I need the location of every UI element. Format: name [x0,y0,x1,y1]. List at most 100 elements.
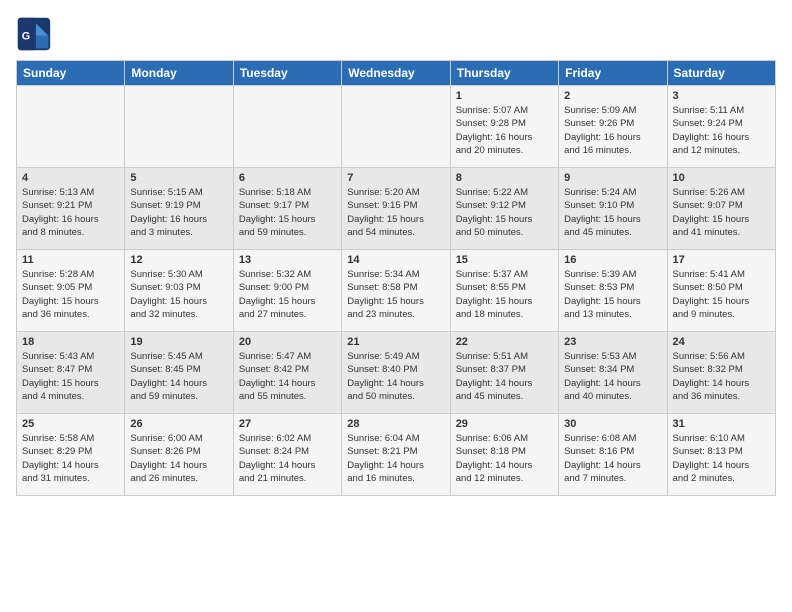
day-number: 21 [347,336,444,348]
calendar-cell: 4 Sunrise: 5:13 AM Sunset: 9:21 PM Daylig… [17,168,125,250]
week-row-2: 4 Sunrise: 5:13 AM Sunset: 9:21 PM Daylig… [17,168,776,250]
day-number: 1 [456,90,553,102]
calendar-cell: 19 Sunrise: 5:45 AM Sunset: 8:45 PM Dayli… [125,332,233,414]
dow-header-thursday: Thursday [450,61,558,86]
calendar-cell [17,86,125,168]
cell-content: Sunrise: 5:24 AM Sunset: 9:10 PM Dayligh… [564,186,661,239]
day-number: 28 [347,418,444,430]
calendar-cell: 17 Sunrise: 5:41 AM Sunset: 8:50 PM Dayli… [667,250,775,332]
cell-content: Sunrise: 5:28 AM Sunset: 9:05 PM Dayligh… [22,268,119,321]
cell-content: Sunrise: 6:06 AM Sunset: 8:18 PM Dayligh… [456,432,553,485]
day-number: 4 [22,172,119,184]
logo-icon: G [16,16,52,52]
cell-content: Sunrise: 5:18 AM Sunset: 9:17 PM Dayligh… [239,186,336,239]
calendar-cell: 21 Sunrise: 5:49 AM Sunset: 8:40 PM Dayli… [342,332,450,414]
week-row-3: 11 Sunrise: 5:28 AM Sunset: 9:05 PM Dayli… [17,250,776,332]
calendar-cell: 2 Sunrise: 5:09 AM Sunset: 9:26 PM Daylig… [559,86,667,168]
day-number: 10 [673,172,770,184]
day-number: 15 [456,254,553,266]
dow-header-tuesday: Tuesday [233,61,341,86]
cell-content: Sunrise: 5:34 AM Sunset: 8:58 PM Dayligh… [347,268,444,321]
day-number: 23 [564,336,661,348]
day-number: 30 [564,418,661,430]
cell-content: Sunrise: 5:26 AM Sunset: 9:07 PM Dayligh… [673,186,770,239]
cell-content: Sunrise: 5:13 AM Sunset: 9:21 PM Dayligh… [22,186,119,239]
day-number: 3 [673,90,770,102]
day-number: 11 [22,254,119,266]
dow-header-saturday: Saturday [667,61,775,86]
day-number: 29 [456,418,553,430]
cell-content: Sunrise: 6:08 AM Sunset: 8:16 PM Dayligh… [564,432,661,485]
svg-text:G: G [22,30,30,42]
day-number: 5 [130,172,227,184]
calendar-cell: 22 Sunrise: 5:51 AM Sunset: 8:37 PM Dayli… [450,332,558,414]
calendar-cell: 9 Sunrise: 5:24 AM Sunset: 9:10 PM Daylig… [559,168,667,250]
calendar-cell: 1 Sunrise: 5:07 AM Sunset: 9:28 PM Daylig… [450,86,558,168]
cell-content: Sunrise: 6:10 AM Sunset: 8:13 PM Dayligh… [673,432,770,485]
cell-content: Sunrise: 5:58 AM Sunset: 8:29 PM Dayligh… [22,432,119,485]
day-number: 16 [564,254,661,266]
calendar-cell: 26 Sunrise: 6:00 AM Sunset: 8:26 PM Dayli… [125,414,233,496]
cell-content: Sunrise: 5:45 AM Sunset: 8:45 PM Dayligh… [130,350,227,403]
cell-content: Sunrise: 5:43 AM Sunset: 8:47 PM Dayligh… [22,350,119,403]
cell-content: Sunrise: 6:00 AM Sunset: 8:26 PM Dayligh… [130,432,227,485]
day-number: 31 [673,418,770,430]
cell-content: Sunrise: 5:09 AM Sunset: 9:26 PM Dayligh… [564,104,661,157]
calendar-cell [233,86,341,168]
calendar-table: SundayMondayTuesdayWednesdayThursdayFrid… [16,60,776,496]
calendar-cell: 6 Sunrise: 5:18 AM Sunset: 9:17 PM Daylig… [233,168,341,250]
calendar-cell [125,86,233,168]
cell-content: Sunrise: 5:51 AM Sunset: 8:37 PM Dayligh… [456,350,553,403]
day-number: 7 [347,172,444,184]
day-number: 14 [347,254,444,266]
cell-content: Sunrise: 5:15 AM Sunset: 9:19 PM Dayligh… [130,186,227,239]
calendar-cell: 28Sunrise: 6:04 AM Sunset: 8:21 PM Dayli… [342,414,450,496]
day-number: 27 [239,418,336,430]
calendar-cell: 11 Sunrise: 5:28 AM Sunset: 9:05 PM Dayli… [17,250,125,332]
dow-header-friday: Friday [559,61,667,86]
day-number: 24 [673,336,770,348]
cell-content: Sunrise: 5:07 AM Sunset: 9:28 PM Dayligh… [456,104,553,157]
cell-content: Sunrise: 5:20 AM Sunset: 9:15 PM Dayligh… [347,186,444,239]
cell-content: Sunrise: 5:22 AM Sunset: 9:12 PM Dayligh… [456,186,553,239]
cell-content: Sunrise: 6:02 AM Sunset: 8:24 PM Dayligh… [239,432,336,485]
day-number: 17 [673,254,770,266]
calendar-cell: 15 Sunrise: 5:37 AM Sunset: 8:55 PM Dayli… [450,250,558,332]
cell-content: Sunrise: 5:56 AM Sunset: 8:32 PM Dayligh… [673,350,770,403]
calendar-cell: 8Sunrise: 5:22 AM Sunset: 9:12 PM Daylig… [450,168,558,250]
calendar-cell: 14 Sunrise: 5:34 AM Sunset: 8:58 PM Dayli… [342,250,450,332]
dow-header-sunday: Sunday [17,61,125,86]
calendar-cell: 29 Sunrise: 6:06 AM Sunset: 8:18 PM Dayli… [450,414,558,496]
day-number: 2 [564,90,661,102]
calendar-cell: 27 Sunrise: 6:02 AM Sunset: 8:24 PM Dayli… [233,414,341,496]
calendar-cell: 20Sunrise: 5:47 AM Sunset: 8:42 PM Dayli… [233,332,341,414]
week-row-1: 1 Sunrise: 5:07 AM Sunset: 9:28 PM Daylig… [17,86,776,168]
dow-header-wednesday: Wednesday [342,61,450,86]
calendar-cell: 10 Sunrise: 5:26 AM Sunset: 9:07 PM Dayli… [667,168,775,250]
calendar-cell: 13 Sunrise: 5:32 AM Sunset: 9:00 PM Dayli… [233,250,341,332]
calendar-cell: 16Sunrise: 5:39 AM Sunset: 8:53 PM Dayli… [559,250,667,332]
day-number: 25 [22,418,119,430]
calendar-cell: 12 Sunrise: 5:30 AM Sunset: 9:03 PM Dayli… [125,250,233,332]
week-row-4: 18Sunrise: 5:43 AM Sunset: 8:47 PM Dayli… [17,332,776,414]
calendar-cell: 30 Sunrise: 6:08 AM Sunset: 8:16 PM Dayli… [559,414,667,496]
day-number: 12 [130,254,227,266]
cell-content: Sunrise: 5:32 AM Sunset: 9:00 PM Dayligh… [239,268,336,321]
dow-header-monday: Monday [125,61,233,86]
day-number: 6 [239,172,336,184]
calendar-cell: 24 Sunrise: 5:56 AM Sunset: 8:32 PM Dayli… [667,332,775,414]
calendar-cell: 18Sunrise: 5:43 AM Sunset: 8:47 PM Dayli… [17,332,125,414]
cell-content: Sunrise: 5:49 AM Sunset: 8:40 PM Dayligh… [347,350,444,403]
day-number: 19 [130,336,227,348]
day-number: 22 [456,336,553,348]
week-row-5: 25 Sunrise: 5:58 AM Sunset: 8:29 PM Dayli… [17,414,776,496]
calendar-cell: 5 Sunrise: 5:15 AM Sunset: 9:19 PM Daylig… [125,168,233,250]
cell-content: Sunrise: 5:37 AM Sunset: 8:55 PM Dayligh… [456,268,553,321]
cell-content: Sunrise: 5:11 AM Sunset: 9:24 PM Dayligh… [673,104,770,157]
day-number: 26 [130,418,227,430]
day-number: 9 [564,172,661,184]
cell-content: Sunrise: 5:30 AM Sunset: 9:03 PM Dayligh… [130,268,227,321]
day-number: 13 [239,254,336,266]
cell-content: Sunrise: 5:41 AM Sunset: 8:50 PM Dayligh… [673,268,770,321]
header: G [16,16,776,52]
